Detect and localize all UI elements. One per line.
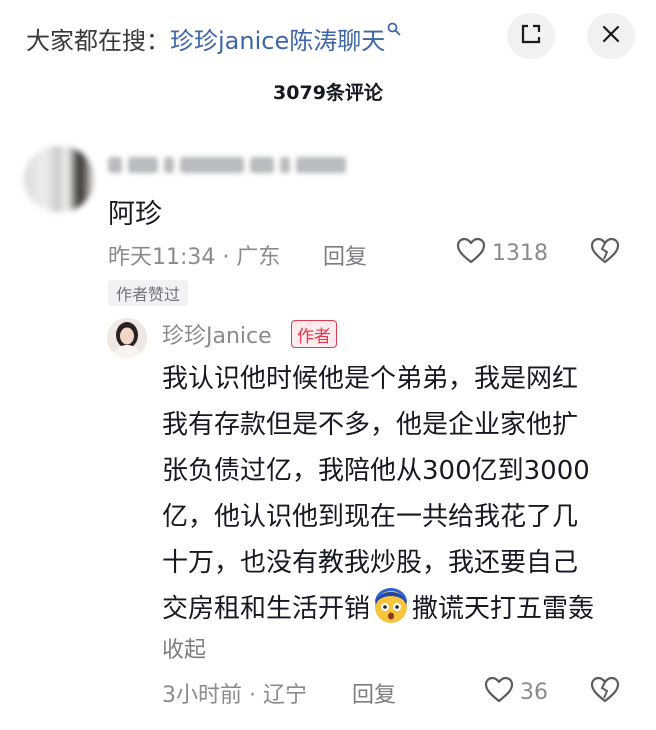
reply-button[interactable]: 回复	[352, 677, 396, 709]
search-icon	[387, 21, 401, 40]
minimize-icon	[520, 23, 542, 49]
author-tag: 作者	[291, 320, 337, 348]
hot-search-prefix: 大家都在搜：	[26, 26, 170, 55]
like-button[interactable]: 1318	[456, 237, 548, 269]
avatar[interactable]	[24, 146, 94, 212]
author-avatar[interactable]	[107, 318, 147, 358]
shocked-face-emoji	[372, 587, 410, 625]
reply-line: 我有存款但是不多，他是企业家他扩	[162, 410, 579, 440]
heart-icon	[484, 676, 514, 708]
broken-heart-icon	[589, 676, 621, 708]
reply-line-last: 交房租和生活开销 撒谎天打五雷轰	[162, 586, 632, 632]
like-count: 36	[520, 679, 548, 705]
reply-line-part: 撒谎天打五雷轰	[412, 594, 595, 624]
comment-text: 阿珍	[108, 199, 162, 230]
dislike-button[interactable]	[589, 237, 621, 269]
dislike-button[interactable]	[589, 676, 621, 708]
reply-author-name[interactable]: 珍珍Janice	[162, 318, 272, 350]
hot-search-query[interactable]: 珍珍janice陈涛聊天	[170, 21, 385, 56]
comment-meta: 昨天11:34 · 广东	[108, 245, 281, 270]
broken-heart-icon	[589, 237, 621, 269]
reply-button[interactable]: 回复	[323, 239, 367, 271]
heart-icon	[456, 237, 486, 269]
like-count: 1318	[492, 240, 548, 266]
hot-search-bar[interactable]: 大家都在搜： 珍珍janice陈涛聊天	[26, 18, 401, 58]
blurred-username	[108, 150, 346, 180]
reply-line-part: 交房租和生活开销	[162, 594, 371, 624]
reply-meta: 3小时前 · 辽宁	[162, 683, 307, 708]
reply-text: 我认识他时候他是个弟弟，我是网红 我有存款但是不多，他是企业家他扩 张负债过亿，…	[162, 356, 632, 632]
minimize-button[interactable]	[507, 13, 555, 59]
reply-line: 张负债过亿，我陪他从300亿到3000	[162, 456, 590, 486]
like-button[interactable]: 36	[484, 676, 548, 708]
comments-count: 3079条评论	[273, 82, 383, 104]
author-liked-badge: 作者赞过	[108, 280, 189, 306]
close-button[interactable]	[587, 13, 635, 59]
reply-line: 十万，也没有教我炒股，我还要自己	[162, 548, 579, 578]
collapse-button[interactable]: 收起	[162, 632, 206, 664]
reply-line: 我认识他时候他是个弟弟，我是网红	[162, 364, 579, 394]
close-icon	[601, 24, 621, 48]
reply-line: 亿，他认识他到现在一共给我花了几	[162, 502, 579, 532]
